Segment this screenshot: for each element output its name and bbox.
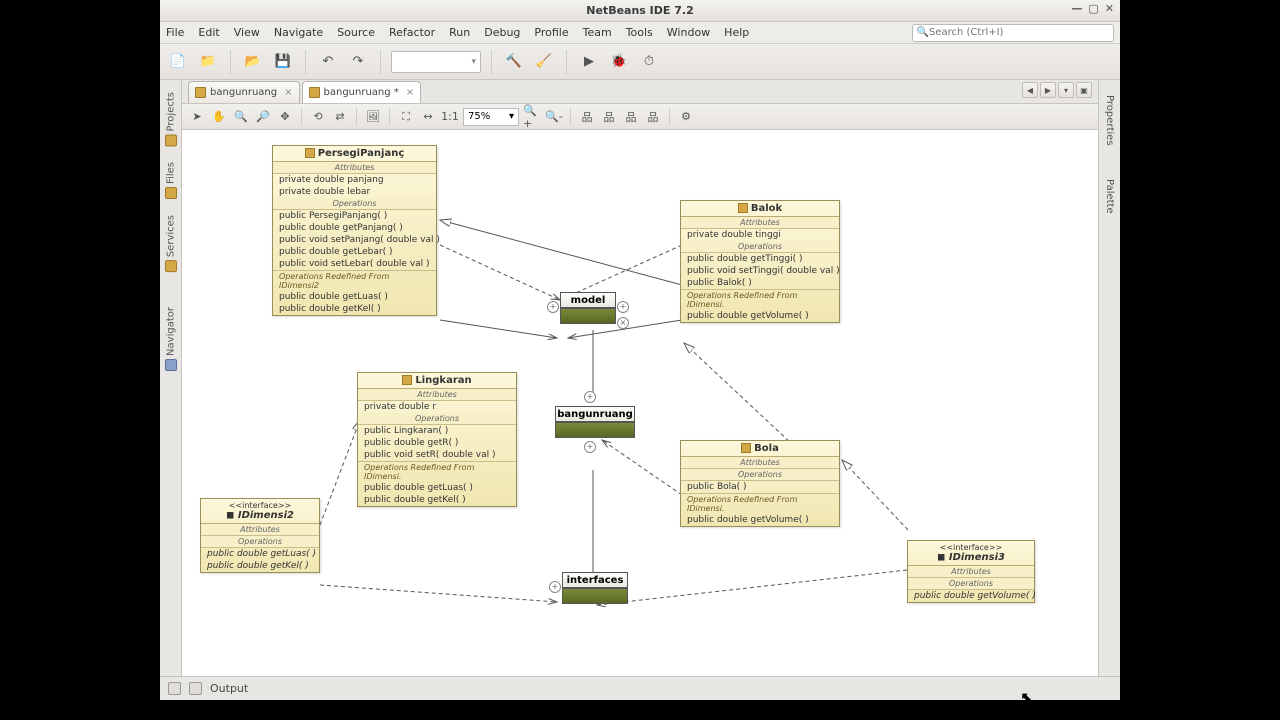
menu-file[interactable]: File [166,26,184,39]
menu-window[interactable]: Window [667,26,710,39]
editor-tabs: bangunruang × bangunruang * × ◀ ▶ ▾ ▣ [182,80,1098,104]
navigate-link-icon[interactable]: ✥ [276,108,294,126]
menu-refactor[interactable]: Refactor [389,26,435,39]
menu-tools[interactable]: Tools [626,26,653,39]
interface-idimensi3[interactable]: <<interface>>◼ IDimensi3 Attributes Oper… [907,540,1035,603]
handle-icon[interactable]: + [617,301,629,313]
statusbar: Output [160,676,1120,700]
save-all-icon[interactable]: 💾 [271,50,295,74]
menu-team[interactable]: Team [583,26,612,39]
handle-icon[interactable]: + [547,301,559,313]
redo-icon[interactable]: ↷ [346,50,370,74]
relationship-icon[interactable]: ⇄ [331,108,349,126]
config-combo[interactable]: ▾ [391,51,481,73]
zoom-interactive-icon[interactable]: 🔎 [254,108,272,126]
menu-navigate[interactable]: Navigate [274,26,323,39]
window-title: NetBeans IDE 7.2 [586,4,693,17]
tab-list-icon[interactable]: ▾ [1058,82,1074,98]
editor-area: bangunruang × bangunruang * × ◀ ▶ ▾ ▣ ➤ … [182,80,1098,676]
output-icon[interactable] [189,682,202,695]
output-label[interactable]: Output [210,682,248,695]
tab-maximize-icon[interactable]: ▣ [1076,82,1092,98]
panel-files[interactable]: Files [163,156,179,205]
menu-run[interactable]: Run [449,26,470,39]
menu-source[interactable]: Source [337,26,375,39]
actual-size-icon[interactable]: 1:1 [441,108,459,126]
run-icon[interactable]: ▶ [577,50,601,74]
debug-icon[interactable]: 🐞 [607,50,631,74]
search-box[interactable]: 🔍 [912,24,1114,42]
menubar: File Edit View Navigate Source Refactor … [160,22,1120,44]
new-file-icon[interactable]: 📄 [166,50,190,74]
panel-navigator[interactable]: Navigator [163,301,179,377]
menu-edit[interactable]: Edit [198,26,219,39]
diagram-toolbar: ➤ ✋ 🔍 🔎 ✥ ⟲ ⇄ 🖼 ⛶ ↔ 1:1 75%▾ 🔍+ 🔍- 品 品 [182,104,1098,130]
zoom-marquee-icon[interactable]: 🔍 [232,108,250,126]
package-bangunruang[interactable]: bangunruang + + [555,406,635,438]
close-icon[interactable]: ✕ [1105,2,1114,15]
tab-close-icon[interactable]: × [284,87,292,98]
tab-next-icon[interactable]: ▶ [1040,82,1056,98]
profile-icon[interactable]: ⏱ [637,50,661,74]
pan-tool-icon[interactable]: ✋ [210,108,228,126]
undo-icon[interactable]: ↶ [316,50,340,74]
main-toolbar: 📄 📁 📂 💾 ↶ ↷ ▾ 🔨 🧹 ▶ 🐞 ⏱ [160,44,1120,80]
search-icon: 🔍 [917,27,929,38]
menu-debug[interactable]: Debug [484,26,520,39]
tab-close-icon[interactable]: × [406,87,414,98]
layout1-icon[interactable]: 品 [578,108,596,126]
handle-icon[interactable]: × [617,317,629,329]
search-input[interactable] [929,27,1109,38]
maximize-icon[interactable]: ▢ [1088,2,1098,15]
fit-page-icon[interactable]: ⛶ [397,108,415,126]
class-balok[interactable]: Balok Attributes private double tinggi O… [680,200,840,323]
tab-bangunruang-2[interactable]: bangunruang * × [302,81,422,103]
new-project-icon[interactable]: 📁 [196,50,220,74]
tab-label: bangunruang * [324,87,399,98]
handle-icon[interactable]: + [584,391,596,403]
layout3-icon[interactable]: 品 [622,108,640,126]
restore-window-icon[interactable] [168,682,181,695]
panel-palette[interactable]: Palette [1102,170,1117,220]
build-icon[interactable]: 🔨 [502,50,526,74]
package-icon [309,87,320,98]
select-tool-icon[interactable]: ➤ [188,108,206,126]
fit-width-icon[interactable]: ↔ [419,108,437,126]
right-dock: Properties Palette [1098,80,1120,676]
tab-bangunruang-1[interactable]: bangunruang × [188,81,300,103]
export-image-icon[interactable]: 🖼 [364,108,382,126]
package-model[interactable]: model + + × [560,292,616,324]
zoom-combo[interactable]: 75%▾ [463,108,519,126]
class-lingkaran[interactable]: Lingkaran Attributes private double r Op… [357,372,517,507]
tab-label: bangunruang [210,87,277,98]
package-icon [195,87,206,98]
open-project-icon[interactable]: 📂 [241,50,265,74]
panel-projects[interactable]: Projects [163,86,179,152]
menu-profile[interactable]: Profile [534,26,568,39]
titlebar: NetBeans IDE 7.2 — ▢ ✕ [160,0,1120,22]
zoom-out-icon[interactable]: 🔍- [545,108,563,126]
left-dock: Projects Files Services Navigator [160,80,182,676]
handle-icon[interactable]: + [549,581,561,593]
menu-help[interactable]: Help [724,26,749,39]
layout-settings-icon[interactable]: ⚙ [677,108,695,126]
layout2-icon[interactable]: 品 [600,108,618,126]
ide-window: NetBeans IDE 7.2 — ▢ ✕ File Edit View Na… [160,0,1120,700]
class-bola[interactable]: Bola Attributes Operations public Bola( … [680,440,840,527]
menu-view[interactable]: View [234,26,260,39]
sync-icon[interactable]: ⟲ [309,108,327,126]
layout4-icon[interactable]: 品 [644,108,662,126]
interface-idimensi2[interactable]: <<interface>>◼ IDimensi2 Attributes Oper… [200,498,320,573]
minimize-icon[interactable]: — [1071,2,1082,15]
clean-build-icon[interactable]: 🧹 [532,50,556,74]
panel-services[interactable]: Services [163,209,179,278]
handle-icon[interactable]: + [584,441,596,453]
package-interfaces[interactable]: interfaces + [562,572,628,604]
tab-prev-icon[interactable]: ◀ [1022,82,1038,98]
diagram-canvas[interactable]: PersegiPanjanç Attributes private double… [182,130,1098,676]
zoom-in-icon[interactable]: 🔍+ [523,108,541,126]
class-persegipanjang[interactable]: PersegiPanjanç Attributes private double… [272,145,437,316]
panel-properties[interactable]: Properties [1102,86,1117,152]
